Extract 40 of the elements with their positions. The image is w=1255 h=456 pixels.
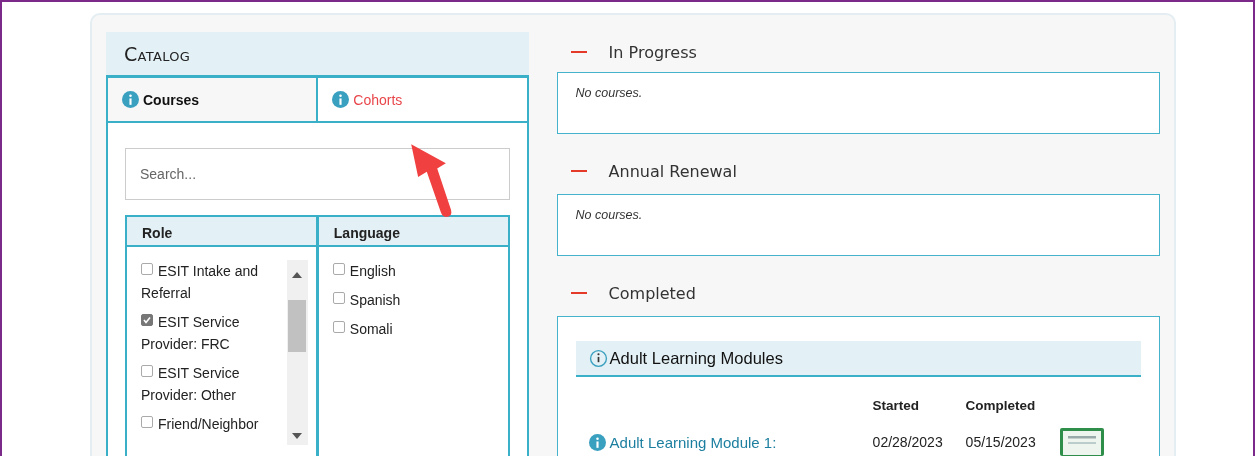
section-title: Completed [608, 283, 696, 303]
filter-option[interactable]: Friend/Neighbor [141, 413, 287, 435]
collapse-icon[interactable] [570, 291, 587, 295]
checkbox[interactable] [141, 365, 153, 377]
collapse-icon[interactable] [570, 169, 587, 173]
filter-option[interactable]: ESIT Service Provider: Other [141, 362, 287, 406]
info-icon [332, 91, 350, 108]
checkbox[interactable] [141, 416, 153, 428]
filter-option[interactable]: ESIT Intake and Referral [141, 260, 287, 304]
certificate-icon[interactable] [1058, 427, 1105, 456]
empty-message: No courses. [575, 208, 643, 222]
filter-option[interactable]: Spanish [332, 289, 500, 311]
completion-date: 05/15/2023 [965, 434, 1037, 450]
info-icon [122, 91, 139, 108]
filter-option[interactable]: ESIT Service Provider: FRC [141, 311, 287, 355]
section-title: Annual Renewal [608, 161, 737, 181]
column-heading: Started [872, 397, 921, 413]
collapse-icon[interactable] [570, 50, 587, 54]
catalog-title: Catalog [124, 42, 191, 65]
start-date: 02/28/2023 [872, 434, 944, 450]
info-icon [588, 433, 606, 451]
checkbox[interactable] [141, 314, 153, 326]
filter-heading: Language [318, 217, 508, 247]
course-link[interactable]: Adult Learning Module 1: [609, 433, 777, 451]
filter-heading: Role [127, 217, 316, 247]
section-title: In Progress [608, 42, 697, 62]
checkbox[interactable] [332, 292, 345, 304]
catalog-tab[interactable]: Cohorts [318, 78, 529, 123]
empty-message: No courses. [575, 86, 643, 100]
search-field[interactable]: Search... [125, 148, 510, 200]
scrollbar[interactable] [286, 260, 308, 445]
checkbox[interactable] [332, 321, 345, 333]
catalog-tab[interactable]: Courses [106, 78, 319, 123]
filter-option[interactable]: English [332, 260, 500, 282]
checkbox[interactable] [332, 263, 345, 275]
column-heading: Completed [965, 397, 1037, 413]
group-title: Adult Learning Modules [609, 348, 783, 368]
filter-option[interactable]: Somali [332, 318, 500, 340]
checkbox[interactable] [141, 263, 153, 275]
info-icon [588, 348, 608, 368]
